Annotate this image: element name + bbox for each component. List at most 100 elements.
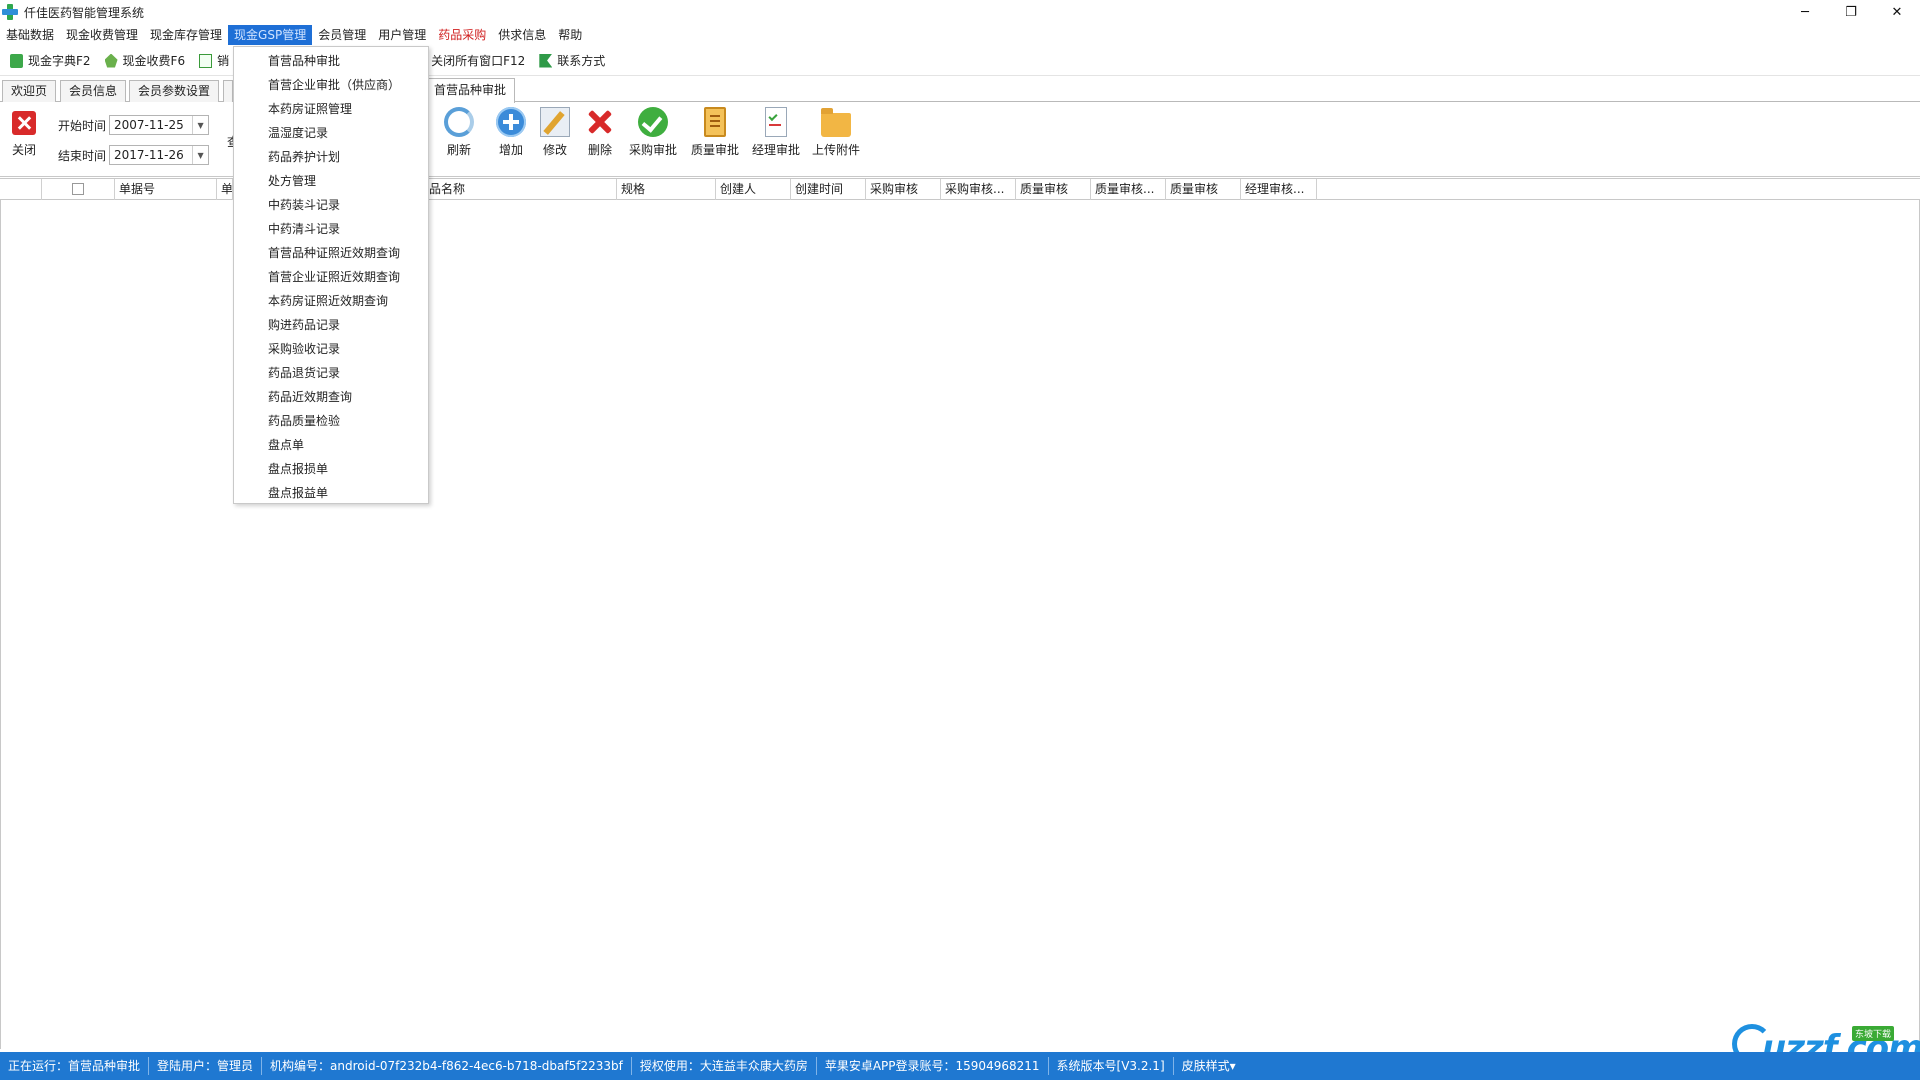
grid-col-purchase-audit[interactable]: 采购审核 (866, 179, 941, 200)
refresh-icon (444, 107, 474, 137)
menu-item-purchase-record[interactable]: 购进药品记录 (234, 313, 428, 337)
end-date-row: 结束时间 2017-11-26 ▼ (58, 145, 210, 165)
chevron-down-icon[interactable]: ▼ (192, 116, 208, 134)
upload-attachment-button[interactable]: 上传附件 (811, 107, 861, 158)
tab-member-settings[interactable]: 会员参数设置 (129, 80, 220, 102)
delete-button[interactable]: 删除 (585, 107, 615, 158)
menu-item-quality-inspection[interactable]: 药品质量检验 (234, 409, 428, 433)
quick-dictionary-button[interactable]: 现金字典F2 (10, 52, 91, 69)
menu-basic-data[interactable]: 基础数据 (0, 25, 60, 45)
tab-member-info[interactable]: 会员信息 (60, 80, 127, 102)
start-date-value: 2007-11-25 (114, 118, 184, 132)
quick-contact-label: 联系方式 (557, 54, 606, 68)
quality-approve-button[interactable]: 质量审批 (690, 107, 740, 158)
close-window-button[interactable]: ✕ (1874, 0, 1920, 24)
menu-cash-gsp[interactable]: 现金GSP管理 (228, 25, 313, 45)
tab-hidden[interactable] (223, 80, 233, 102)
charge-icon (104, 53, 118, 68)
select-all-checkbox[interactable] (72, 183, 84, 195)
edit-label: 修改 (542, 143, 567, 157)
close-tab-button[interactable]: 关闭 (8, 111, 40, 158)
menu-supply-info[interactable]: 供求信息 (492, 25, 552, 45)
delete-icon (585, 107, 615, 137)
menu-item-pharmacy-license-expiry[interactable]: 本药房证照近效期查询 (234, 289, 428, 313)
menu-item-maintenance-plan[interactable]: 药品养护计划 (234, 145, 428, 169)
menu-item-drug-license-expiry[interactable]: 首营品种证照近效期查询 (234, 241, 428, 265)
start-date-input[interactable]: 2007-11-25 ▼ (109, 115, 210, 135)
menu-item-expiry-query[interactable]: 药品近效期查询 (234, 385, 428, 409)
end-date-input[interactable]: 2017-11-26 ▼ (109, 145, 210, 165)
quick-charge-button[interactable]: 现金收费F6 (104, 52, 186, 69)
grid-col-creator[interactable]: 创建人 (716, 179, 791, 200)
menu-cash-charge[interactable]: 现金收费管理 (60, 25, 144, 45)
refresh-button[interactable]: 刷新 (444, 107, 474, 158)
manager-approve-button[interactable]: 经理审批 (751, 107, 801, 158)
grid-col-spec[interactable]: 规格 (617, 179, 716, 200)
menu-cash-inventory[interactable]: 现金库存管理 (144, 25, 228, 45)
status-org-id: 机构编号：android-07f232b4-f862-4ec6-b718-dba… (262, 1057, 632, 1075)
edit-button[interactable]: 修改 (540, 107, 570, 158)
restore-button[interactable]: ❐ (1828, 0, 1874, 24)
manager-approve-label: 经理审批 (751, 143, 800, 157)
grid-col-quality-audit-3[interactable]: 质量审核 (1166, 179, 1241, 200)
start-date-row: 开始时间 2007-11-25 ▼ (58, 115, 210, 135)
grid-col-indicator (0, 179, 42, 200)
edit-icon (540, 107, 570, 137)
skin-style-dropdown[interactable]: 皮肤样式▾ (1174, 1057, 1244, 1075)
status-running: 正在运行：首营品种审批 (0, 1057, 150, 1075)
chevron-down-icon[interactable]: ▼ (192, 146, 208, 164)
grid-col-create-time[interactable]: 创建时间 (791, 179, 866, 200)
menu-item-stocktake[interactable]: 盘点单 (234, 433, 428, 457)
menu-item-herb-fill[interactable]: 中药装斗记录 (234, 193, 428, 217)
title-bar: 仟佳医药智能管理系统 ─ ❐ ✕ (0, 0, 1920, 24)
grid-col-doc-no[interactable]: 单据号 (115, 179, 217, 200)
menu-item-acceptance-record[interactable]: 采购验收记录 (234, 337, 428, 361)
contact-icon (539, 53, 553, 68)
start-date-label: 开始时间 (58, 118, 107, 133)
menu-item-supplier-license-expiry[interactable]: 首营企业证照近效期查询 (234, 265, 428, 289)
tab-first-drug-approval[interactable]: 首营品种审批 (425, 78, 516, 103)
menu-help[interactable]: 帮助 (552, 25, 588, 45)
menu-item-prescription[interactable]: 处方管理 (234, 169, 428, 193)
menu-item-stocktake-loss[interactable]: 盘点报损单 (234, 457, 428, 481)
status-app-account: 苹果安卓APP登录账号：15904968211 (817, 1057, 1049, 1075)
add-icon (496, 107, 526, 137)
purchase-approve-label: 采购审批 (628, 143, 677, 157)
menu-item-pharmacy-license[interactable]: 本药房证照管理 (234, 97, 428, 121)
minimize-button[interactable]: ─ (1782, 0, 1828, 24)
quick-contact-button[interactable]: 联系方式 (539, 52, 605, 69)
tab-welcome[interactable]: 欢迎页 (2, 80, 57, 102)
menu-item-first-drug-approval[interactable]: 首营品种审批 (234, 49, 428, 73)
menu-item-herb-clean[interactable]: 中药清斗记录 (234, 217, 428, 241)
quick-dictionary-label: 现金字典F2 (28, 54, 91, 68)
dictionary-icon (10, 53, 23, 68)
add-button[interactable]: 增加 (496, 107, 526, 158)
status-user: 登陆用户：管理员 (149, 1057, 263, 1075)
close-icon (12, 111, 36, 135)
menu-drug-purchase[interactable]: 药品采购 (432, 25, 492, 45)
status-bar: 正在运行：首营品种审批 登陆用户：管理员 机构编号：android-07f232… (0, 1052, 1920, 1080)
end-date-value: 2017-11-26 (114, 148, 184, 162)
menu-item-temp-humidity[interactable]: 温湿度记录 (234, 121, 428, 145)
grid-col-manager-audit[interactable]: 经理审核... (1241, 179, 1317, 200)
watermark-badge: 东坡下载 (1852, 1026, 1895, 1041)
menu-item-stocktake-gain[interactable]: 盘点报益单 (234, 481, 428, 505)
purchase-approve-button[interactable]: 采购审批 (628, 107, 678, 158)
quick-close-all-button[interactable]: 关闭所有窗口F12 (413, 52, 525, 69)
menu-member[interactable]: 会员管理 (312, 25, 372, 45)
grid-col-drug-name[interactable]: 品名称 (425, 179, 617, 200)
status-license: 授权使用：大连益丰众康大药房 (632, 1057, 817, 1075)
end-date-label: 结束时间 (58, 148, 107, 163)
grid-col-purchase-audit-2[interactable]: 采购审核... (941, 179, 1016, 200)
menu-item-return-record[interactable]: 药品退货记录 (234, 361, 428, 385)
grid-col-unit[interactable]: 单 (217, 179, 233, 200)
grid-col-quality-audit-2[interactable]: 质量审核... (1091, 179, 1166, 200)
menu-user[interactable]: 用户管理 (372, 25, 432, 45)
quick-charge-label: 现金收费F6 (122, 54, 186, 68)
quick-sale-label: 销 (217, 54, 230, 68)
grid-col-quality-audit[interactable]: 质量审核 (1016, 179, 1091, 200)
quick-sale-button[interactable]: 销 (199, 52, 229, 69)
refresh-label: 刷新 (446, 143, 471, 157)
menu-item-first-supplier-approval[interactable]: 首营企业审批（供应商） (234, 73, 428, 97)
quality-approve-label: 质量审批 (690, 143, 739, 157)
